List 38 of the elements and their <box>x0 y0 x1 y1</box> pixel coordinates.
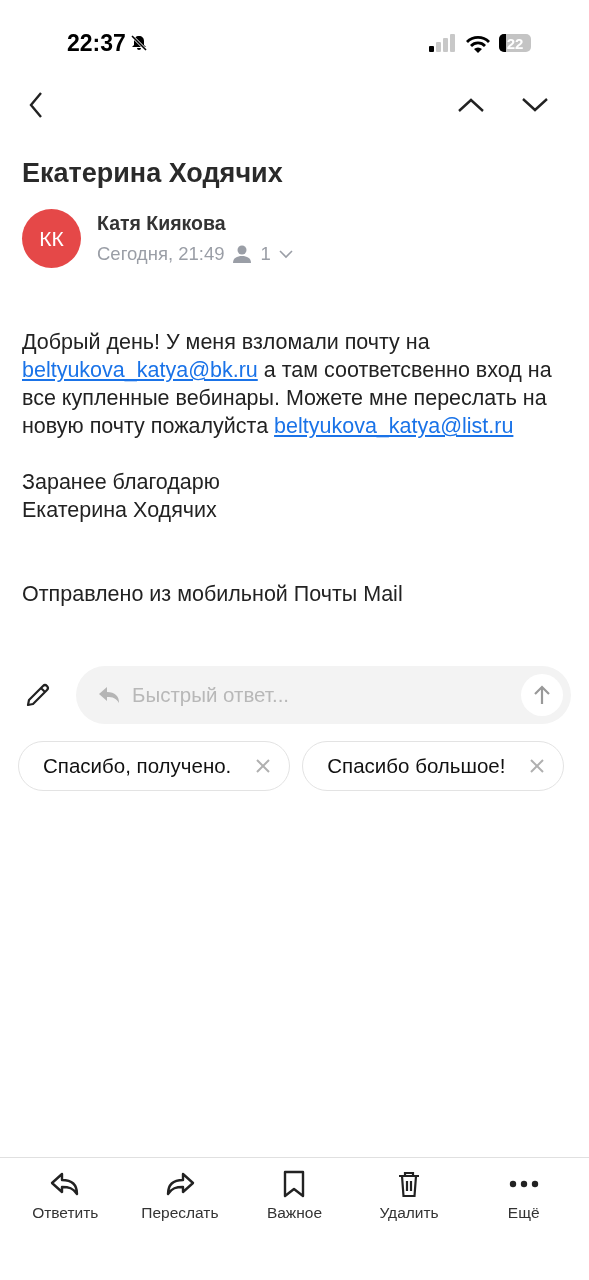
avatar: КК <box>22 209 81 268</box>
email-link[interactable]: beltyukova_katya@list.ru <box>274 414 514 438</box>
suggestion-chip[interactable]: Спасибо, получено. <box>18 741 291 791</box>
toolbar-button[interactable]: Ответить <box>15 1170 116 1222</box>
forward-icon <box>164 1170 195 1198</box>
email-link[interactable]: beltyukova_katya@bk.ru <box>22 358 258 382</box>
toolbar-button[interactable]: Ещё <box>473 1170 574 1222</box>
recipient-count: 1 <box>260 243 271 265</box>
signal-icon <box>429 34 457 52</box>
quick-reply-bar[interactable]: Быстрый ответ... <box>76 666 571 724</box>
chevron-down-icon[interactable] <box>521 97 549 113</box>
arrow-up-icon <box>533 685 551 705</box>
message-paragraph: Отправлено из мобильной Почты Mail <box>22 581 404 608</box>
toolbar-button[interactable]: Переслать <box>129 1170 230 1222</box>
muted-bell-icon <box>129 34 148 52</box>
more-icon <box>508 1180 539 1188</box>
pencil-icon[interactable] <box>24 681 52 709</box>
battery-icon: 22 <box>499 34 531 52</box>
wifi-icon <box>465 33 491 53</box>
toolbar-button[interactable]: Удалить <box>359 1170 460 1222</box>
sender-name: Катя Киякова <box>97 212 227 235</box>
message-paragraph: Заранее благодарю <box>22 469 221 496</box>
message-subject: Екатерина Ходячих <box>22 158 284 189</box>
message-paragraph: Екатерина Ходячих <box>22 497 218 524</box>
toolbar-button[interactable]: Важное <box>244 1170 345 1222</box>
chevron-up-icon[interactable] <box>457 97 485 113</box>
bookmark-icon <box>282 1170 307 1198</box>
send-button[interactable] <box>521 674 563 716</box>
suggestion-chip[interactable]: Спасибо большое! <box>302 741 565 791</box>
message-date: Сегодня, 21:49 <box>97 243 225 265</box>
reply-icon <box>98 685 120 705</box>
trash-icon <box>397 1170 422 1198</box>
message-paragraph: Добрый день! У меня взломали почту на beltyukova_katya@bk.ru а там соответсвенно вход на все купленные вебинары. Можете мне переслать на новую почту пожалуйста beltyukova_katya@list.ru <box>22 329 553 440</box>
quick-reply-field[interactable]: Быстрый ответ... <box>130 682 511 708</box>
back-icon[interactable] <box>28 91 44 119</box>
reply-icon <box>50 1170 81 1198</box>
status-time: 22:37 <box>67 29 126 57</box>
person-icon <box>232 244 253 264</box>
